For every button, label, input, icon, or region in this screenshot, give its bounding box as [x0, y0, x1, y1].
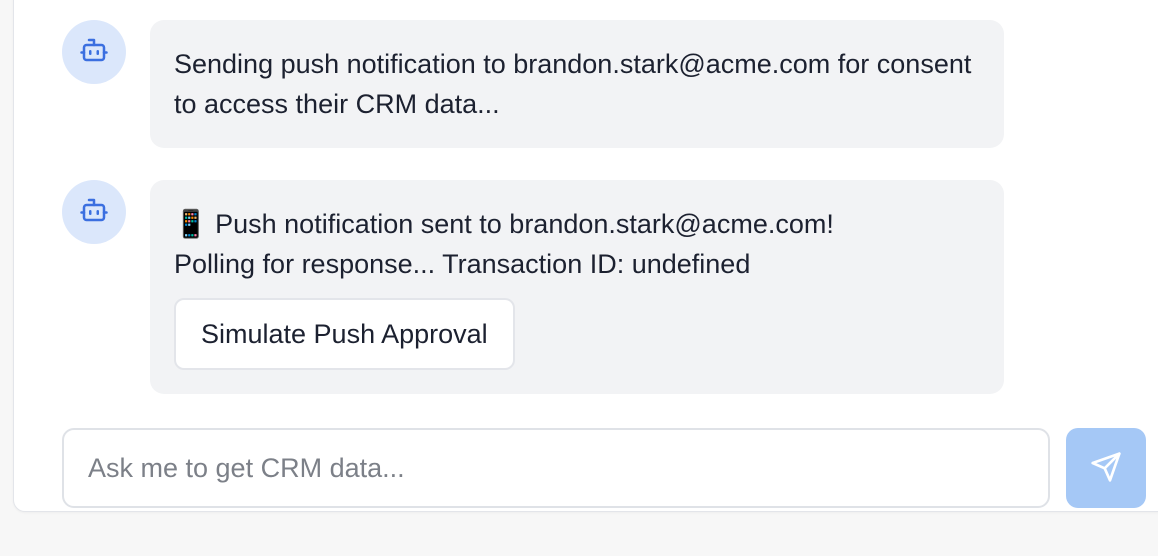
robot-icon: [79, 35, 109, 70]
assistant-message: Sending push notification to brandon.sta…: [150, 20, 1004, 148]
robot-icon: [79, 195, 109, 230]
bot-avatar: [62, 180, 126, 244]
send-icon: [1090, 451, 1122, 486]
bot-avatar: [62, 20, 126, 84]
chat-input-container: [62, 428, 1050, 508]
message-text: Sending push notification to brandon.sta…: [174, 49, 972, 119]
assistant-message: 📱 Push notification sent to brandon.star…: [150, 180, 1004, 394]
message-text-line: 📱 Push notification sent to brandon.star…: [174, 209, 834, 239]
simulate-push-approval-button[interactable]: Simulate Push Approval: [174, 298, 515, 370]
send-button[interactable]: [1066, 428, 1146, 508]
message-text-line: Polling for response... Transaction ID: …: [174, 249, 751, 279]
chat-input[interactable]: [64, 430, 1048, 506]
